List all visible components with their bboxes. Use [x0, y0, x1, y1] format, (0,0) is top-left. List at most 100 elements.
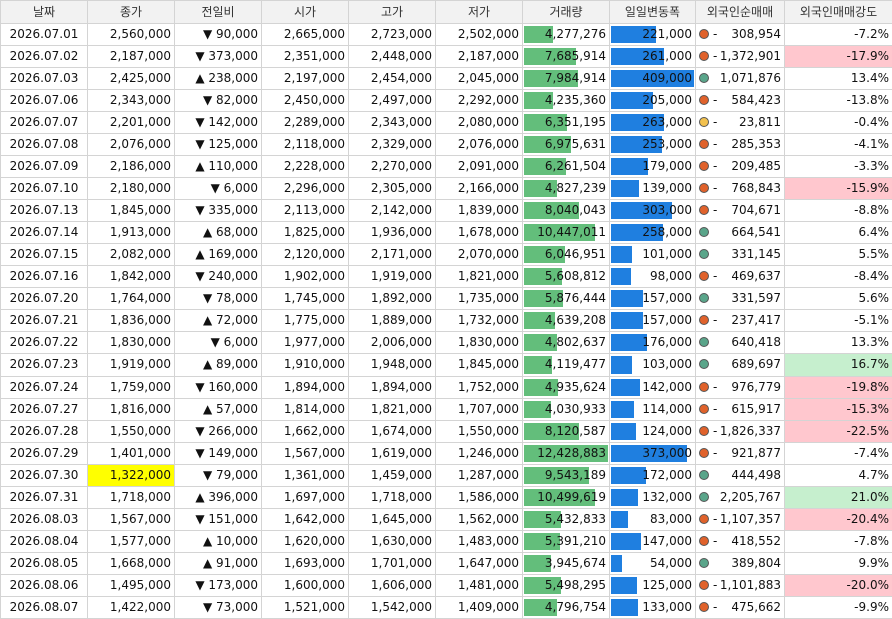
high-cell[interactable]: 1,701,000 — [348, 551, 436, 575]
daily-range-cell[interactable]: 253,000 — [609, 133, 696, 157]
open-cell[interactable]: 1,894,000 — [261, 375, 349, 399]
open-cell[interactable]: 1,600,000 — [261, 573, 349, 597]
foreign-strength-cell[interactable]: 16.7% — [784, 353, 892, 377]
daily-range-cell[interactable]: 142,000 — [609, 375, 696, 399]
high-cell[interactable]: 1,889,000 — [348, 309, 436, 333]
foreign-strength-cell[interactable]: -20.0% — [784, 573, 892, 597]
foreign-strength-cell[interactable]: 4.7% — [784, 463, 892, 487]
daily-range-cell[interactable]: 409,000 — [609, 67, 696, 91]
volume-cell[interactable]: 10,499,619 — [522, 485, 610, 509]
daily-range-cell[interactable]: 98,000 — [609, 265, 696, 289]
high-cell[interactable]: 1,821,000 — [348, 397, 436, 421]
date-cell[interactable]: 2026.07.01 — [0, 22, 88, 47]
daily-range-cell[interactable]: 147,000 — [609, 529, 696, 553]
date-cell[interactable]: 2026.07.08 — [0, 133, 88, 157]
close-cell[interactable]: 1,718,000 — [87, 485, 175, 509]
low-cell[interactable]: 2,070,000 — [435, 243, 523, 267]
date-cell[interactable]: 2026.07.29 — [0, 441, 88, 465]
open-cell[interactable]: 1,697,000 — [261, 485, 349, 509]
daily-range-cell[interactable]: 101,000 — [609, 243, 696, 267]
open-cell[interactable]: 1,825,000 — [261, 221, 349, 245]
high-cell[interactable]: 2,343,000 — [348, 111, 436, 135]
header-foreign-strength[interactable]: 외국인매매강도 — [784, 0, 892, 24]
high-cell[interactable]: 2,305,000 — [348, 177, 436, 201]
header-open[interactable]: 시가 — [261, 0, 349, 24]
change-cell[interactable]: ▼ 125,000 — [174, 133, 262, 157]
date-cell[interactable]: 2026.08.03 — [0, 507, 88, 531]
low-cell[interactable]: 1,409,000 — [435, 595, 523, 619]
change-cell[interactable]: ▲ 169,000 — [174, 243, 262, 267]
foreign-strength-cell[interactable]: -7.2% — [784, 22, 892, 47]
change-cell[interactable]: ▲ 89,000 — [174, 353, 262, 377]
low-cell[interactable]: 1,707,000 — [435, 397, 523, 421]
close-cell[interactable]: 1,495,000 — [87, 573, 175, 597]
date-cell[interactable]: 2026.08.05 — [0, 551, 88, 575]
foreign-strength-cell[interactable]: -17.9% — [784, 45, 892, 69]
foreign-net-cell[interactable]: -308,954 — [695, 22, 785, 47]
foreign-net-cell[interactable]: -921,877 — [695, 441, 785, 465]
open-cell[interactable]: 1,662,000 — [261, 419, 349, 443]
volume-cell[interactable]: 5,391,210 — [522, 529, 610, 553]
low-cell[interactable]: 1,821,000 — [435, 265, 523, 289]
daily-range-cell[interactable]: 179,000 — [609, 155, 696, 179]
change-cell[interactable]: ▼ 78,000 — [174, 287, 262, 311]
foreign-strength-cell[interactable]: -9.9% — [784, 595, 892, 619]
volume-cell[interactable]: 4,827,239 — [522, 177, 610, 201]
foreign-net-cell[interactable]: -615,917 — [695, 397, 785, 421]
volume-cell[interactable]: 4,796,754 — [522, 595, 610, 619]
volume-cell[interactable]: 8,040,043 — [522, 199, 610, 223]
header-high[interactable]: 고가 — [348, 0, 436, 24]
open-cell[interactable]: 2,289,000 — [261, 111, 349, 135]
date-cell[interactable]: 2026.07.20 — [0, 287, 88, 311]
foreign-strength-cell[interactable]: 13.4% — [784, 67, 892, 91]
volume-cell[interactable]: 4,802,637 — [522, 331, 610, 355]
close-cell[interactable]: 1,322,000 — [87, 463, 175, 487]
daily-range-cell[interactable]: 103,000 — [609, 353, 696, 377]
open-cell[interactable]: 1,775,000 — [261, 309, 349, 333]
high-cell[interactable]: 1,718,000 — [348, 485, 436, 509]
high-cell[interactable]: 1,948,000 — [348, 353, 436, 377]
header-volume[interactable]: 거래량 — [522, 0, 610, 24]
daily-range-cell[interactable]: 263,000 — [609, 111, 696, 135]
foreign-strength-cell[interactable]: -7.8% — [784, 529, 892, 553]
volume-cell[interactable]: 4,639,208 — [522, 309, 610, 333]
date-cell[interactable]: 2026.07.10 — [0, 177, 88, 201]
low-cell[interactable]: 1,562,000 — [435, 507, 523, 531]
close-cell[interactable]: 2,187,000 — [87, 45, 175, 69]
high-cell[interactable]: 1,919,000 — [348, 265, 436, 289]
foreign-strength-cell[interactable]: -13.8% — [784, 89, 892, 113]
high-cell[interactable]: 2,497,000 — [348, 89, 436, 113]
low-cell[interactable]: 1,735,000 — [435, 287, 523, 311]
foreign-net-cell[interactable]: -704,671 — [695, 199, 785, 223]
low-cell[interactable]: 2,091,000 — [435, 155, 523, 179]
daily-range-cell[interactable]: 303,000 — [609, 199, 696, 223]
volume-cell[interactable]: 10,447,011 — [522, 221, 610, 245]
high-cell[interactable]: 2,329,000 — [348, 133, 436, 157]
open-cell[interactable]: 2,450,000 — [261, 89, 349, 113]
foreign-net-cell[interactable]: 2,205,767 — [695, 485, 785, 509]
foreign-net-cell[interactable]: 664,541 — [695, 221, 785, 245]
change-cell[interactable]: ▼ 335,000 — [174, 199, 262, 223]
close-cell[interactable]: 1,842,000 — [87, 265, 175, 289]
daily-range-cell[interactable]: 139,000 — [609, 177, 696, 201]
open-cell[interactable]: 2,197,000 — [261, 67, 349, 91]
open-cell[interactable]: 1,910,000 — [261, 353, 349, 377]
foreign-net-cell[interactable]: -418,552 — [695, 529, 785, 553]
high-cell[interactable]: 2,142,000 — [348, 199, 436, 223]
foreign-strength-cell[interactable]: 6.4% — [784, 221, 892, 245]
low-cell[interactable]: 1,839,000 — [435, 199, 523, 223]
open-cell[interactable]: 1,642,000 — [261, 507, 349, 531]
change-cell[interactable]: ▼ 160,000 — [174, 375, 262, 399]
close-cell[interactable]: 2,201,000 — [87, 111, 175, 135]
change-cell[interactable]: ▼ 240,000 — [174, 265, 262, 289]
low-cell[interactable]: 2,502,000 — [435, 22, 523, 47]
foreign-net-cell[interactable]: -237,417 — [695, 309, 785, 333]
high-cell[interactable]: 1,619,000 — [348, 441, 436, 465]
volume-cell[interactable]: 6,351,195 — [522, 111, 610, 135]
volume-cell[interactable]: 6,975,631 — [522, 133, 610, 157]
foreign-strength-cell[interactable]: 13.3% — [784, 331, 892, 355]
daily-range-cell[interactable]: 373,000 — [609, 441, 696, 465]
close-cell[interactable]: 2,343,000 — [87, 89, 175, 113]
daily-range-cell[interactable]: 114,000 — [609, 397, 696, 421]
open-cell[interactable]: 2,665,000 — [261, 22, 349, 47]
